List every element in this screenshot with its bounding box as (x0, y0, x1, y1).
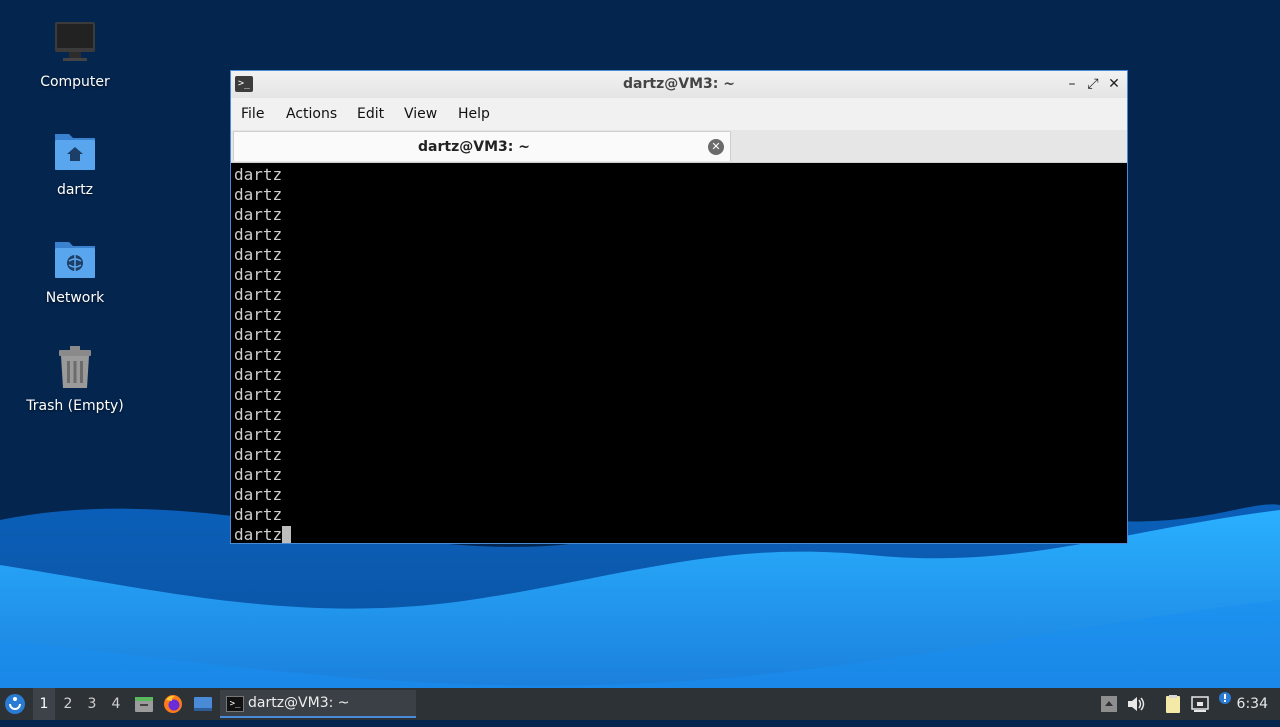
window-title: dartz@VM3: ~ (623, 76, 735, 92)
terminal-line: dartz (234, 185, 283, 204)
window-titlebar[interactable]: >_ dartz@VM3: ~ – ⤢ ✕ (231, 71, 1127, 98)
desktop-icon-label: dartz (56, 182, 94, 198)
workspace-2[interactable]: 2 (57, 688, 79, 720)
terminal-window: >_ dartz@VM3: ~ – ⤢ ✕ File Actions Edit … (230, 70, 1128, 544)
tray-expand-icon[interactable] (1099, 694, 1119, 714)
terminal-line: dartz (234, 365, 283, 384)
start-menu-button[interactable] (4, 688, 28, 720)
terminal-line: dartz (234, 265, 283, 284)
network-folder-icon (55, 242, 95, 278)
terminal-line: dartz (234, 445, 283, 464)
terminal-line: dartz (234, 205, 283, 224)
firefox-icon (164, 695, 182, 713)
desktop-icon-trash[interactable]: Trash (Empty) (20, 344, 130, 414)
file-manager-launcher[interactable] (134, 688, 156, 720)
taskbar-task-terminal[interactable]: >_ dartz@VM3: ~ (220, 690, 416, 718)
clock[interactable]: 6:34 (1237, 688, 1268, 720)
show-desktop-launcher[interactable] (193, 688, 215, 720)
desktop-icon-label: Computer (40, 74, 110, 90)
close-button[interactable]: ✕ (1105, 75, 1123, 93)
tab-close-icon[interactable]: ✕ (708, 139, 724, 155)
workspace-1[interactable]: 1 (33, 688, 55, 720)
computer-icon (55, 22, 95, 61)
file-manager-icon (135, 697, 153, 712)
terminal-prompt-line: dartz (234, 525, 292, 543)
terminal-line: dartz (234, 485, 283, 504)
terminal-line: dartz (234, 345, 283, 364)
terminal-line: dartz (234, 305, 283, 324)
desktop-icon-home[interactable]: dartz (20, 128, 130, 198)
tab-bar: dartz@VM3: ~ ✕ (231, 130, 1127, 163)
home-folder-icon (55, 134, 95, 170)
firefox-launcher[interactable] (163, 688, 185, 720)
menubar: File Actions Edit View Help (231, 98, 1127, 130)
terminal-line: dartz (234, 425, 283, 444)
trash-icon (59, 346, 91, 388)
terminal-cursor (282, 526, 292, 543)
desktop-icon-label: Trash (Empty) (26, 398, 124, 414)
menu-edit[interactable]: Edit (357, 98, 384, 130)
terminal-line: dartz (234, 285, 283, 304)
terminal-line: dartz (234, 465, 283, 484)
workspace-3[interactable]: 3 (81, 688, 103, 720)
volume-icon[interactable] (1126, 694, 1146, 714)
terminal-line: dartz (234, 225, 283, 244)
update-notifier-icon[interactable] (1215, 690, 1235, 710)
show-desktop-icon (194, 697, 212, 711)
workspace-4[interactable]: 4 (105, 688, 127, 720)
terminal-line: dartz (234, 325, 283, 344)
menu-view[interactable]: View (404, 98, 437, 130)
network-icon[interactable] (1190, 694, 1210, 714)
tab-label: dartz@VM3: ~ (418, 139, 530, 155)
desktop-icon-label: Network (45, 290, 105, 306)
terminal-line-text: dartz (234, 525, 283, 543)
terminal-line: dartz (234, 405, 283, 424)
terminal-line: dartz (234, 245, 283, 264)
lubuntu-logo-icon (5, 694, 25, 714)
clipboard-icon[interactable] (1163, 694, 1183, 714)
menu-file[interactable]: File (241, 98, 264, 130)
terminal-output[interactable]: dartz dartz dartz dartz dartz dartz dart… (231, 163, 1127, 543)
minimize-button[interactable]: – (1063, 75, 1081, 93)
desktop-icon-network[interactable]: Network (20, 236, 130, 306)
terminal-line: dartz (234, 505, 283, 524)
terminal-task-icon: >_ (226, 696, 244, 712)
terminal-line: dartz (234, 165, 283, 184)
taskbar: 1 2 3 4 >_ dartz@VM3: ~ 6:34 (0, 688, 1280, 720)
taskbar-task-label: dartz@VM3: ~ (248, 695, 350, 711)
maximize-button[interactable]: ⤢ (1084, 75, 1102, 93)
tab-terminal[interactable]: dartz@VM3: ~ ✕ (233, 131, 731, 161)
terminal-lines: dartz dartz dartz dartz dartz dartz dart… (234, 165, 292, 543)
menu-actions[interactable]: Actions (286, 98, 337, 130)
desktop-icon-computer[interactable]: Computer (20, 20, 130, 90)
menu-help[interactable]: Help (458, 98, 490, 130)
terminal-line: dartz (234, 385, 283, 404)
